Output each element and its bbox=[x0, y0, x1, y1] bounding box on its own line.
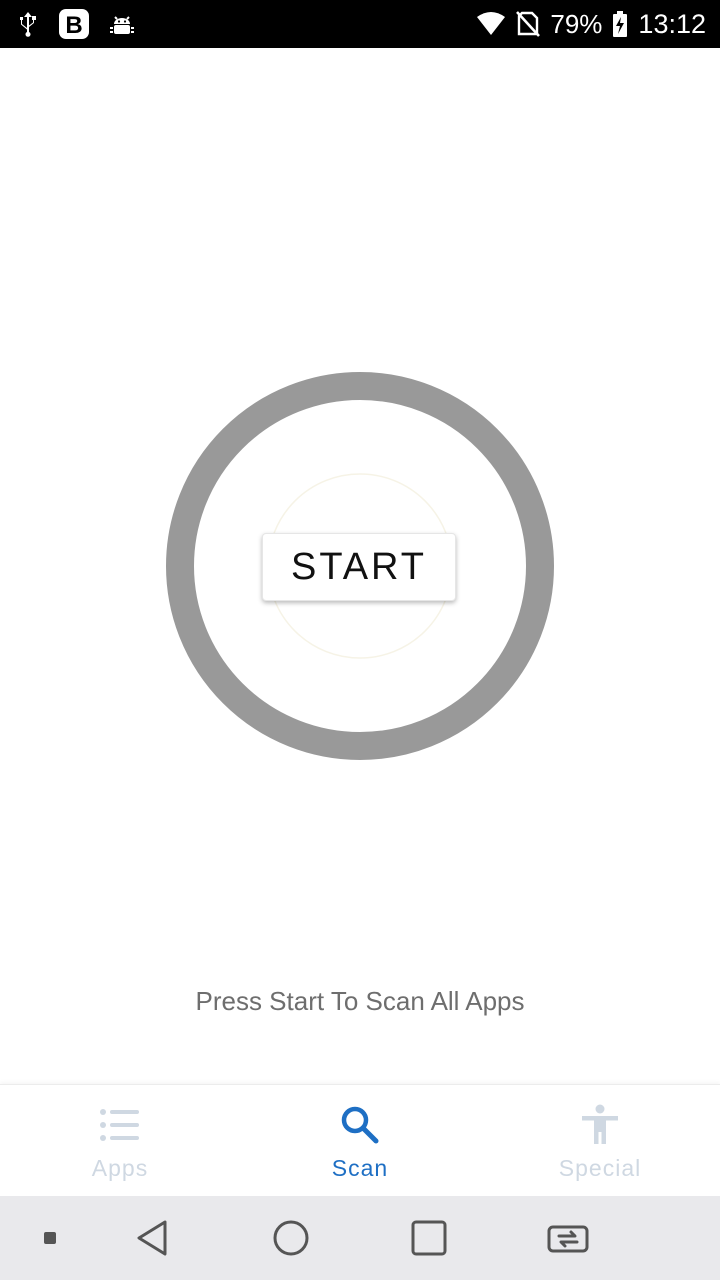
search-icon bbox=[338, 1103, 382, 1147]
back-icon[interactable] bbox=[122, 1196, 182, 1280]
b-app-icon: B bbox=[58, 8, 90, 40]
system-navigation-bar bbox=[0, 1196, 720, 1280]
status-left-icons: B bbox=[16, 0, 136, 48]
nav-tab-scan[interactable]: Scan bbox=[240, 1085, 480, 1197]
switch-app-icon[interactable] bbox=[536, 1196, 600, 1280]
battery-charging-icon bbox=[612, 10, 628, 38]
scan-content: START Press Start To Scan All Apps bbox=[0, 48, 720, 1084]
nav-tab-special-label: Special bbox=[558, 1155, 642, 1181]
wifi-icon bbox=[476, 11, 506, 37]
list-icon bbox=[98, 1103, 142, 1147]
scan-hint-text: Press Start To Scan All Apps bbox=[195, 986, 525, 1016]
battery-percent: 79% bbox=[550, 8, 603, 39]
usb-icon bbox=[16, 10, 40, 38]
nav-tab-scan-label: Scan bbox=[331, 1155, 389, 1181]
clock-time: 13:12 bbox=[638, 8, 706, 39]
accessibility-icon bbox=[578, 1103, 622, 1147]
screen: B 79% 13:12 START Press Start To Scan Al… bbox=[0, 0, 720, 1280]
android-debug-icon bbox=[108, 10, 136, 38]
bottom-navigation: Apps Scan Special bbox=[0, 1084, 720, 1197]
svg-text:B: B bbox=[65, 12, 82, 39]
nav-tab-apps[interactable]: Apps bbox=[0, 1085, 240, 1197]
menu-dot-icon[interactable] bbox=[30, 1196, 70, 1280]
home-icon[interactable] bbox=[260, 1196, 322, 1280]
nav-tab-apps-label: Apps bbox=[91, 1155, 149, 1181]
no-sim-icon bbox=[516, 11, 541, 37]
status-bar: B 79% 13:12 bbox=[0, 0, 720, 48]
nav-tab-special[interactable]: Special bbox=[480, 1085, 720, 1197]
status-right-icons: 79% 13:12 bbox=[476, 0, 706, 48]
recents-icon[interactable] bbox=[398, 1196, 460, 1280]
start-scan-button[interactable]: START bbox=[262, 533, 456, 601]
